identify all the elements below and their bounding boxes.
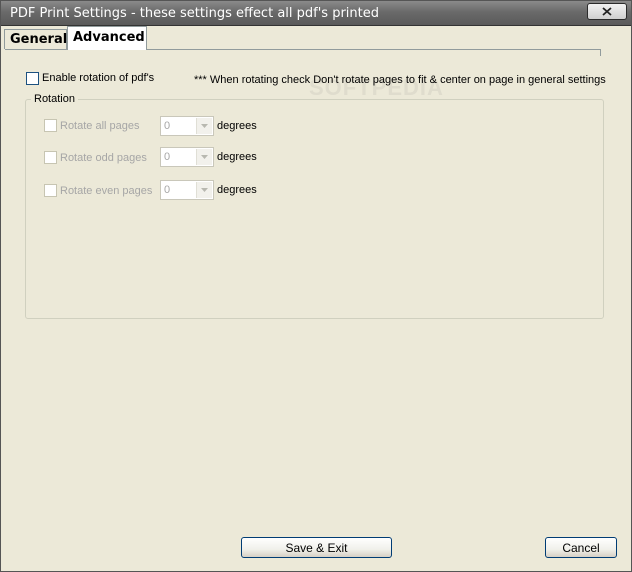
- rotate-all-unit: degrees: [217, 120, 257, 132]
- rotate-all-label: Rotate all pages: [60, 120, 140, 132]
- rotate-odd-checkbox[interactable]: [44, 151, 57, 164]
- window-title: PDF Print Settings - these settings effe…: [10, 6, 379, 21]
- close-icon: [602, 7, 612, 16]
- rotate-odd-select[interactable]: 0: [160, 147, 214, 167]
- enable-rotation-checkbox[interactable]: [26, 72, 39, 85]
- tab-strip: General Advanced: [4, 26, 604, 50]
- rotate-even-checkbox[interactable]: [44, 184, 57, 197]
- save-exit-button[interactable]: Save & Exit: [241, 537, 392, 558]
- rotate-all-select[interactable]: 0: [160, 116, 214, 136]
- tab-advanced[interactable]: Advanced: [67, 26, 147, 50]
- rotation-groupbox: [25, 99, 604, 319]
- tab-panel-edge: [600, 49, 601, 56]
- rotate-even-value: 0: [164, 184, 171, 196]
- rotate-odd-value: 0: [164, 151, 171, 163]
- chevron-down-icon[interactable]: [196, 149, 212, 165]
- rotate-odd-label: Rotate odd pages: [60, 152, 147, 164]
- rotate-even-select[interactable]: 0: [160, 180, 214, 200]
- rotate-all-checkbox[interactable]: [44, 119, 57, 132]
- enable-rotation-label: Enable rotation of pdf's: [42, 72, 155, 84]
- rotate-all-value: 0: [164, 120, 171, 132]
- close-button[interactable]: [587, 3, 627, 20]
- rotate-even-unit: degrees: [217, 184, 257, 196]
- settings-window: PDF Print Settings - these settings effe…: [0, 0, 632, 572]
- title-bar: PDF Print Settings - these settings effe…: [1, 1, 631, 26]
- chevron-down-icon[interactable]: [196, 118, 212, 134]
- rotate-even-label: Rotate even pages: [60, 185, 153, 197]
- cancel-button[interactable]: Cancel: [545, 537, 617, 558]
- rotation-group-label: Rotation: [31, 93, 78, 105]
- rotate-odd-unit: degrees: [217, 151, 257, 163]
- tab-general[interactable]: General: [4, 29, 67, 49]
- rotation-note: *** When rotating check Don't rotate pag…: [194, 74, 606, 86]
- chevron-down-icon[interactable]: [196, 182, 212, 198]
